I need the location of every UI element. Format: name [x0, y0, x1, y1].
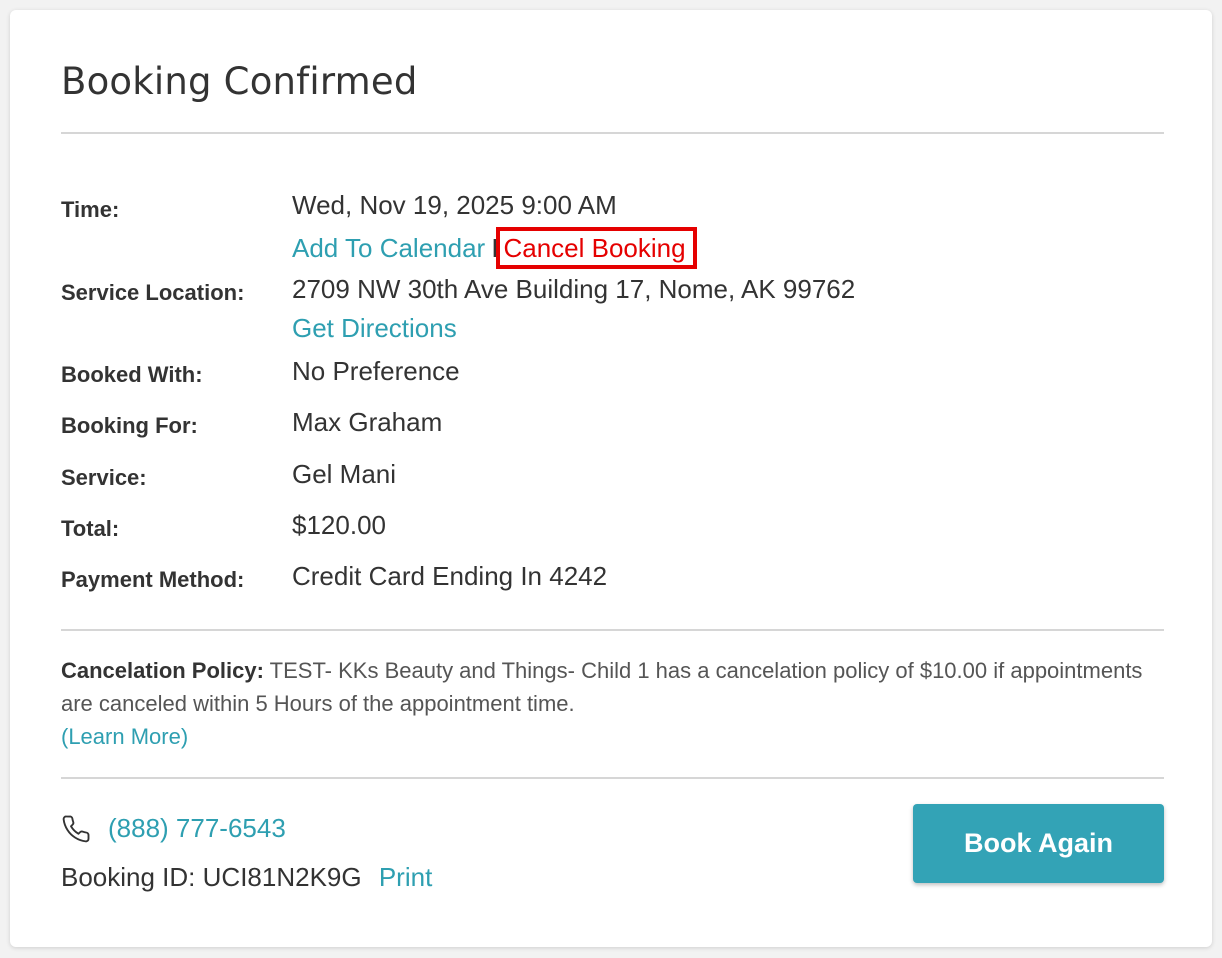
phone-number-link[interactable]: (888) 777-6543	[108, 813, 286, 844]
booking-confirmation-card: Booking Confirmed Time: Wed, Nov 19, 202…	[10, 10, 1212, 947]
book-again-button[interactable]: Book Again	[913, 804, 1164, 883]
payment-method-value: Credit Card Ending In 4242	[292, 561, 608, 591]
location-actions: Get Directions	[292, 313, 457, 344]
details-divider	[61, 629, 1164, 631]
booking-id-row: Booking ID: UCI81N2K9G Print	[61, 862, 432, 893]
payment-method-label: Payment Method:	[61, 567, 245, 592]
time-label: Time:	[61, 197, 120, 222]
page-title: Booking Confirmed	[61, 60, 418, 103]
total-label: Total:	[61, 516, 120, 541]
time-value: Wed, Nov 19, 2025 9:00 AM	[292, 190, 617, 220]
print-link[interactable]: Print	[379, 862, 432, 892]
add-to-calendar-link[interactable]: Add To Calendar	[292, 233, 485, 263]
service-value: Gel Mani	[292, 459, 397, 489]
booking-for-value: Max Graham	[292, 407, 443, 437]
booking-id-label: Booking ID:	[61, 862, 196, 892]
booking-for-label: Booking For:	[61, 413, 198, 438]
booked-with-label: Booked With:	[61, 362, 203, 387]
phone-row: (888) 777-6543	[61, 813, 286, 844]
policy-divider	[61, 777, 1164, 779]
get-directions-link[interactable]: Get Directions	[292, 313, 457, 343]
phone-icon	[61, 814, 91, 844]
title-divider	[61, 132, 1164, 134]
cancel-booking-link[interactable]: Cancel Booking	[496, 227, 697, 269]
service-location-value: 2709 NW 30th Ave Building 17, Nome, AK 9…	[292, 274, 856, 304]
booked-with-value: No Preference	[292, 356, 460, 386]
service-label: Service:	[61, 465, 147, 490]
cancelation-policy-label: Cancelation Policy:	[61, 658, 264, 683]
learn-more-link[interactable]: (Learn More)	[61, 724, 188, 749]
cancelation-policy: Cancelation Policy: TEST- KKs Beauty and…	[61, 654, 1161, 753]
total-value: $120.00	[292, 510, 386, 540]
time-actions: Add To Calendar I Cancel Booking	[292, 227, 697, 269]
booking-id-value: UCI81N2K9G	[202, 862, 362, 892]
service-location-label: Service Location:	[61, 280, 245, 305]
